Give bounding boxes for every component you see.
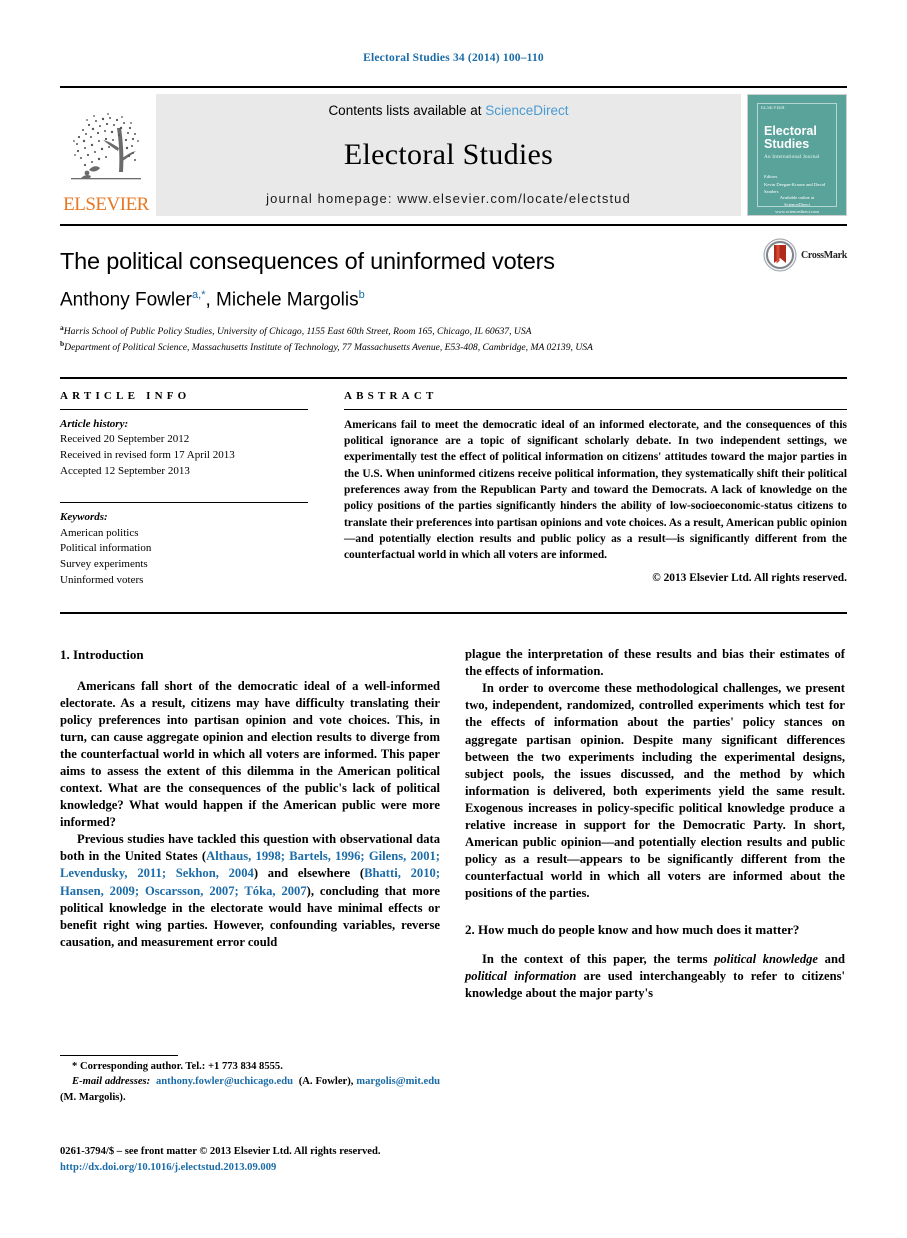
cover-footer-line1: Available online at — [779, 195, 815, 201]
cover-title: Electoral Studies — [758, 111, 836, 151]
crossmark-badge[interactable]: CrossMark — [763, 238, 847, 272]
article-info-column: ARTICLE INFO Article history: Received 2… — [60, 390, 326, 588]
keywords-rule — [60, 502, 308, 504]
abstract-heading: ABSTRACT — [344, 389, 438, 402]
paragraph: In order to overcome these methodologica… — [465, 681, 845, 901]
paper-page: Electoral Studies 34 (2014) 100–110 ELSE… — [0, 0, 907, 1238]
elsevier-logo: ELSEVIER — [60, 94, 152, 216]
running-head: Electoral Studies 34 (2014) 100–110 — [363, 52, 544, 64]
cover-inner-frame: ELSEVIER Electoral Studies An Internatio… — [757, 103, 837, 214]
elsevier-tree-icon — [71, 113, 141, 180]
info-abstract-grid: ARTICLE INFO Article history: Received 2… — [60, 379, 847, 588]
history-item: Received in revised form 17 April 2013 — [60, 448, 235, 461]
history-item: Accepted 12 September 2013 — [60, 464, 190, 477]
cover-subtitle: An International Journal — [764, 154, 820, 161]
abstract-copyright: © 2013 Elsevier Ltd. All rights reserved… — [652, 572, 847, 585]
cover-editors: Editors Kevin Deegan-Krause and David Sa… — [758, 160, 836, 195]
authors-separator: , — [205, 289, 217, 311]
keyword-item: Political information — [60, 542, 152, 555]
author-list: Anthony Fowlera,*, Michele Margolisb — [60, 289, 847, 312]
affiliation-text-a: Harris School of Public Policy Studies, … — [63, 326, 532, 338]
abstract-column: ABSTRACT Americans fail to meet the demo… — [326, 390, 847, 588]
contents-prefix: Contents lists available at — [328, 103, 486, 118]
cover-publisher-mark: ELSEVIER — [761, 106, 785, 111]
footnote-area: * Corresponding author. Tel.: +1 773 834… — [60, 1055, 440, 1105]
author-marks-2: b — [358, 289, 365, 302]
crossmark-label: CrossMark — [800, 249, 847, 261]
crossmark-icon — [763, 238, 797, 272]
elsevier-wordmark: ELSEVIER — [63, 195, 149, 214]
page-title: The political consequences of uninformed… — [60, 248, 555, 274]
contents-list-line: Contents lists available at ScienceDirec… — [328, 103, 568, 118]
section-heading-2: 2. How much do people know and how much … — [465, 922, 800, 938]
paragraph-text: and — [818, 951, 845, 966]
journal-masthead: ELSEVIER Contents lists available at Sci… — [60, 86, 847, 216]
email-label: E-mail addresses: — [72, 1076, 151, 1088]
journal-homepage-link[interactable]: journal homepage: www.elsevier.com/locat… — [266, 191, 631, 206]
keywords-list: American politics Political information … — [60, 526, 308, 588]
keyword-item: Uninformed voters — [60, 573, 144, 586]
author-marks-1: a,* — [192, 289, 206, 302]
keyword-item: Survey experiments — [60, 558, 148, 570]
doi-link[interactable]: http://dx.doi.org/10.1016/j.electstud.20… — [60, 1162, 276, 1173]
article-history-list: Received 20 September 2012 Received in r… — [60, 432, 308, 479]
corresponding-author-note: * Corresponding author. Tel.: +1 773 834… — [72, 1061, 283, 1072]
title-block: CrossMark The political consequences of … — [60, 226, 847, 355]
affiliation-b: bDepartment of Political Science, Massac… — [60, 339, 847, 355]
email-link-fowler[interactable]: anthony.fowler@uchicago.edu — [156, 1076, 293, 1087]
body-columns: 1. Introduction Americans fall short of … — [60, 614, 847, 1084]
section-heading-1: 1. Introduction — [60, 647, 144, 663]
body-column-left: 1. Introduction Americans fall short of … — [60, 646, 440, 1084]
term-emphasis: political knowledge — [714, 951, 819, 966]
body-column-right: plague the interpretation of these resul… — [465, 646, 845, 1084]
author-name-2: Michele Margolis — [216, 289, 359, 311]
keyword-item: American politics — [60, 526, 139, 539]
email-owner-1: (A. Fowler), — [298, 1076, 354, 1088]
cover-editors-label: Editors — [764, 174, 778, 180]
paragraph: plague the interpretation of these resul… — [465, 647, 845, 679]
masthead-center: Contents lists available at ScienceDirec… — [156, 94, 741, 216]
sciencedirect-link[interactable]: ScienceDirect — [485, 103, 568, 118]
affiliation-text-b: Department of Political Science, Massach… — [64, 342, 593, 354]
abstract-rule — [344, 408, 847, 410]
affiliation-a: aHarris School of Public Policy Studies,… — [60, 323, 847, 339]
paragraph-text: In the context of this paper, the terms — [482, 951, 715, 966]
cover-footer-line3: www.sciencedirect.com — [775, 209, 819, 215]
email-link-margolis[interactable]: margolis@mit.edu — [356, 1076, 440, 1087]
article-info-heading: ARTICLE INFO — [60, 389, 191, 402]
email-owner-2: (M. Margolis). — [60, 1091, 126, 1103]
footnote-rule — [60, 1055, 178, 1056]
issn-line: 0261-3794/$ – see front matter © 2013 El… — [60, 1146, 381, 1157]
journal-title: Electoral Studies — [343, 137, 554, 171]
imprint-block: 0261-3794/$ – see front matter © 2013 El… — [60, 1144, 480, 1176]
paragraph: In the context of this paper, the terms … — [465, 951, 845, 1002]
paragraph-text: ) and elsewhere ( — [253, 866, 365, 881]
history-item: Received 20 September 2012 — [60, 433, 190, 446]
paragraph: Previous studies have tackled this quest… — [60, 831, 440, 950]
term-emphasis: political information — [465, 968, 577, 983]
journal-cover-thumbnail[interactable]: ELSEVIER Electoral Studies An Internatio… — [747, 94, 847, 216]
article-history-label: Article history: — [60, 417, 129, 430]
keywords-label: Keywords: — [60, 511, 108, 524]
abstract-text: Americans fail to meet the democratic id… — [344, 418, 847, 562]
email-addresses-note: E-mail addresses: anthony.fowler@uchicag… — [60, 1074, 440, 1105]
article-info-rule — [60, 408, 308, 410]
cover-footer: Available online at ScienceDirect www.sc… — [758, 195, 836, 215]
cover-title-line2: Studies — [764, 137, 810, 152]
affiliation-list: aHarris School of Public Policy Studies,… — [60, 323, 847, 355]
paragraph: Americans fall short of the democratic i… — [60, 678, 440, 830]
cover-footer-line2: ScienceDirect — [784, 202, 810, 208]
cover-editors-names: Kevin Deegan-Krause and David Sanders — [764, 181, 826, 194]
author-name-1: Anthony Fowler — [60, 289, 193, 311]
